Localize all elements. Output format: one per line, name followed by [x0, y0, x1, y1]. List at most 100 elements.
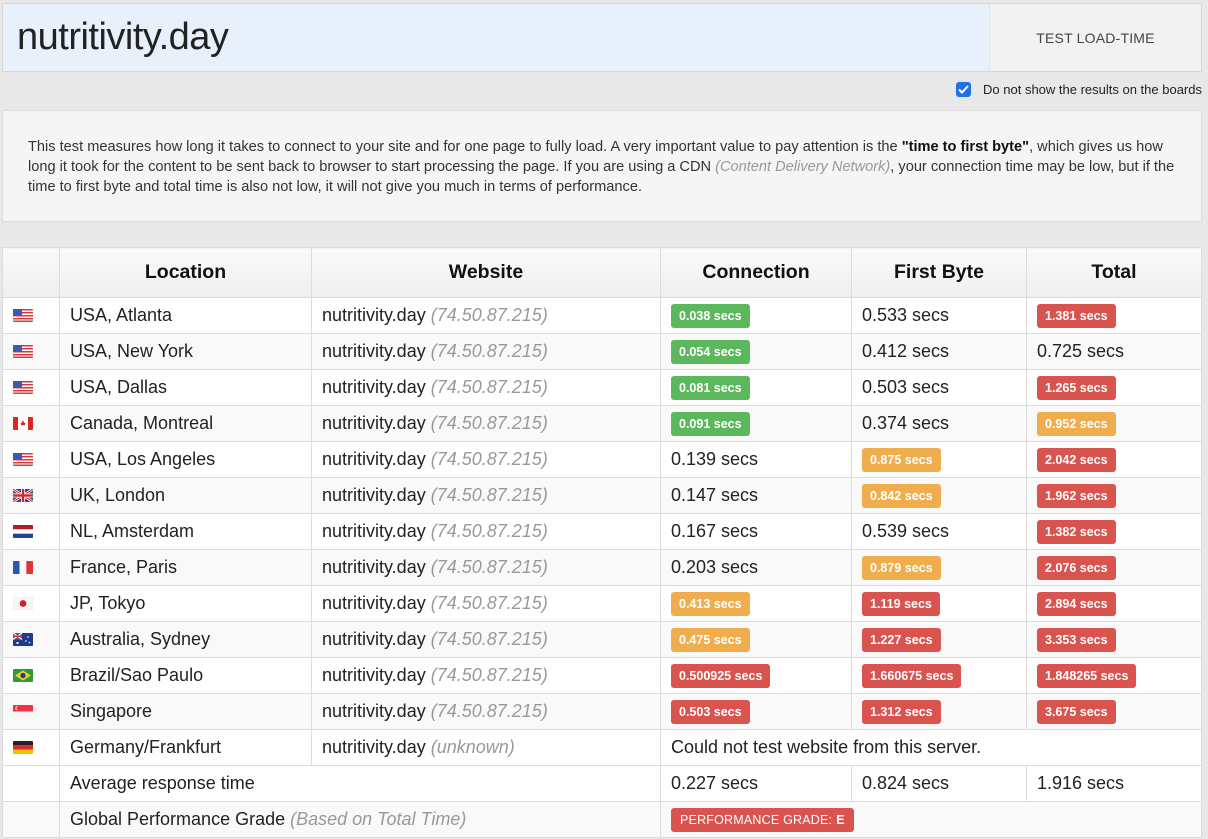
- first-byte-cell: 1.119 secs: [851, 585, 1027, 622]
- table-row: USA, Los Angeles nutritivity.day (74.50.8…: [2, 441, 1202, 478]
- flag-cell: [2, 333, 60, 370]
- location-cell: France, Paris: [59, 549, 312, 586]
- location-cell: Singapore: [59, 693, 312, 730]
- table-body: USA, Atlanta nutritivity.day (74.50.87.21…: [2, 297, 1202, 838]
- grade-flag-cell: [2, 801, 60, 838]
- table-row: France, Paris nutritivity.day (74.50.87.2…: [2, 549, 1202, 586]
- total-badge: 2.076 secs: [1037, 555, 1116, 580]
- connection-badge: 0.500925 secs: [671, 663, 771, 688]
- connection-cell: 0.091 secs: [660, 405, 852, 442]
- grade-label-cell: Global Performance Grade (Based on Total…: [59, 801, 661, 838]
- website-domain: nutritivity.day: [322, 737, 426, 757]
- url-input[interactable]: [3, 4, 989, 71]
- connection-badge: 0.475 secs: [671, 627, 750, 652]
- website-ip: (74.50.87.215): [430, 665, 548, 685]
- total-cell: 1.848265 secs: [1026, 657, 1202, 694]
- japan-flag-icon: [13, 597, 49, 610]
- first-byte-value: 0.539 secs: [862, 521, 950, 541]
- flag-cell: [2, 405, 60, 442]
- location-cell: USA, Dallas: [59, 369, 312, 406]
- grade-value-cell: PERFORMANCE GRADE: E: [660, 801, 1202, 838]
- total-cell: 2.076 secs: [1026, 549, 1202, 586]
- first-byte-cell: 0.412 secs: [851, 333, 1027, 370]
- website-ip: (74.50.87.215): [430, 377, 548, 397]
- connection-badge: 0.081 secs: [671, 375, 750, 400]
- first-byte-badge: 1.660675 secs: [862, 663, 962, 688]
- first-byte-badge: 0.875 secs: [862, 447, 941, 472]
- first-byte-value: 0.412 secs: [862, 341, 950, 361]
- connection-value: 0.167 secs: [671, 521, 759, 541]
- table-header-row: Location Website Connection First Byte T…: [2, 247, 1202, 298]
- total-cell: 1.381 secs: [1026, 297, 1202, 334]
- info-text-1: This test measures how long it takes to …: [28, 139, 902, 155]
- location-cell: Australia, Sydney: [59, 621, 312, 658]
- test-load-time-button[interactable]: TEST LOAD-TIME: [989, 4, 1201, 71]
- australia-flag-icon: [13, 633, 49, 646]
- website-ip: (74.50.87.215): [430, 341, 548, 361]
- table-row: JP, Tokyo nutritivity.day (74.50.87.215) 0…: [2, 585, 1202, 622]
- website-cell: nutritivity.day (74.50.87.215): [311, 693, 661, 730]
- total-cell: 1.962 secs: [1026, 477, 1202, 514]
- flag-cell: [2, 369, 60, 406]
- table-row: Singapore nutritivity.day (74.50.87.215) 0…: [2, 693, 1202, 730]
- results-table: Location Website Connection First Byte T…: [2, 247, 1202, 838]
- flag-cell: [2, 513, 60, 550]
- flag-cell: [2, 621, 60, 658]
- total-badge: 2.894 secs: [1037, 591, 1116, 616]
- website-ip: (74.50.87.215): [430, 593, 548, 613]
- connection-cell: 0.054 secs: [660, 333, 852, 370]
- total-value: 0.725 secs: [1037, 341, 1125, 361]
- table-row: USA, Atlanta nutritivity.day (74.50.87.21…: [2, 297, 1202, 334]
- hide-results-label: Do not show the results on the boards: [983, 82, 1202, 97]
- website-cell: nutritivity.day (74.50.87.215): [311, 585, 661, 622]
- location-cell: USA, Atlanta: [59, 297, 312, 334]
- us-flag-icon: [13, 453, 49, 466]
- flag-cell: [2, 549, 60, 586]
- first-byte-cell: 1.312 secs: [851, 693, 1027, 730]
- total-cell: 3.675 secs: [1026, 693, 1202, 730]
- website-domain: nutritivity.day: [322, 449, 426, 469]
- us-flag-icon: [13, 309, 49, 322]
- website-ip: (74.50.87.215): [430, 485, 548, 505]
- website-domain: nutritivity.day: [322, 701, 426, 721]
- connection-value: 0.203 secs: [671, 557, 759, 577]
- location-cell: Canada, Montreal: [59, 405, 312, 442]
- table-row: NL, Amsterdam nutritivity.day (74.50.87.2…: [2, 513, 1202, 550]
- website-cell: nutritivity.day (74.50.87.215): [311, 405, 661, 442]
- connection-badge: 0.413 secs: [671, 591, 750, 616]
- hide-results-checkbox[interactable]: [956, 82, 972, 97]
- location-cell: JP, Tokyo: [59, 585, 312, 622]
- france-flag-icon: [13, 561, 49, 574]
- total-badge: 3.675 secs: [1037, 699, 1116, 724]
- average-total: 1.916 secs: [1026, 765, 1202, 802]
- grade-value: E: [836, 812, 845, 827]
- connection-cell: 0.500925 secs: [660, 657, 852, 694]
- total-cell: 1.382 secs: [1026, 513, 1202, 550]
- header-connection: Connection: [660, 247, 852, 298]
- hide-results-option[interactable]: Do not show the results on the boards: [956, 82, 1202, 97]
- location-cell: Germany/Frankfurt: [59, 729, 312, 766]
- connection-value: 0.139 secs: [671, 449, 759, 469]
- first-byte-badge: 0.842 secs: [862, 483, 941, 508]
- performance-grade-badge: PERFORMANCE GRADE: E: [671, 807, 854, 832]
- flag-cell: [2, 477, 60, 514]
- first-byte-value: 0.374 secs: [862, 413, 950, 433]
- website-ip: (74.50.87.215): [430, 701, 548, 721]
- total-badge: 2.042 secs: [1037, 447, 1116, 472]
- connection-value: 0.147 secs: [671, 485, 759, 505]
- website-domain: nutritivity.day: [322, 341, 426, 361]
- location-cell: UK, London: [59, 477, 312, 514]
- website-domain: nutritivity.day: [322, 665, 426, 685]
- first-byte-cell: 0.374 secs: [851, 405, 1027, 442]
- website-ip: (74.50.87.215): [430, 557, 548, 577]
- connection-cell: 0.503 secs: [660, 693, 852, 730]
- location-cell: USA, New York: [59, 333, 312, 370]
- total-cell: 2.894 secs: [1026, 585, 1202, 622]
- table-row: USA, New York nutritivity.day (74.50.87.2…: [2, 333, 1202, 370]
- total-badge: 1.382 secs: [1037, 519, 1116, 544]
- checkmark-icon: [958, 85, 969, 94]
- connection-badge: 0.038 secs: [671, 303, 750, 328]
- website-cell: nutritivity.day (74.50.87.215): [311, 621, 661, 658]
- average-connection: 0.227 secs: [660, 765, 852, 802]
- average-first-byte: 0.824 secs: [851, 765, 1027, 802]
